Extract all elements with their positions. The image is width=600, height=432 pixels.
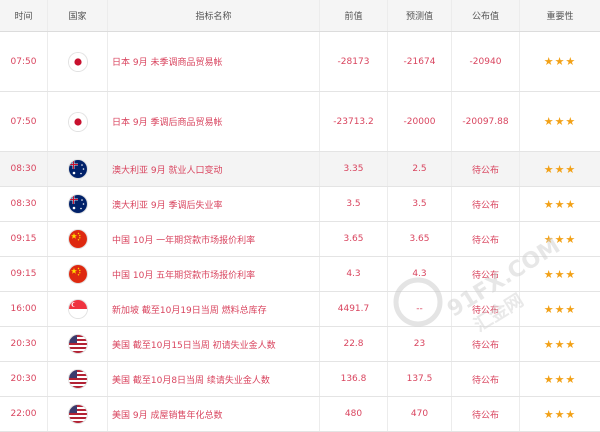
row-actual: 待公布: [452, 222, 520, 256]
row-indicator[interactable]: 澳大利亚 9月 就业人口变动: [108, 152, 320, 186]
row-actual: -20940: [452, 32, 520, 91]
row-indicator[interactable]: 日本 9月 未季调商品贸易帐: [108, 32, 320, 91]
table-row[interactable]: 20:30 美国 截至10月8日当周 续请失业金人数 136.8 137.5 待…: [0, 362, 600, 397]
row-previous: 480: [320, 397, 388, 431]
usa-flag-icon: [68, 335, 87, 353]
row-actual: 待公布: [452, 257, 520, 291]
row-indicator[interactable]: 日本 9月 季调后商品贸易帐: [108, 92, 320, 151]
australia-flag-icon: [68, 160, 87, 178]
importance-stars: ★★★: [543, 302, 577, 316]
row-forecast: -21674: [388, 32, 452, 91]
row-actual: -20097.88: [452, 92, 520, 151]
table-row[interactable]: 07:50 日本 9月 未季调商品贸易帐 -28173 -21674 -2094…: [0, 32, 600, 92]
calendar-header: 时间 国家 指标名称 前值 预测值 公布值 重要性: [0, 0, 600, 32]
header-forecast: 预测值: [388, 0, 452, 31]
row-actual: 待公布: [452, 292, 520, 326]
economic-calendar: 时间 国家 指标名称 前值 预测值 公布值 重要性 07:50 日本 9月 未季…: [0, 0, 600, 432]
row-indicator[interactable]: 中国 10月 一年期贷款市场报价利率: [108, 222, 320, 256]
table-row[interactable]: 09:15 中国 10月 五年期贷款市场报价利率 4.3 4.3 待公布 ★★★: [0, 257, 600, 292]
row-forecast: 470: [388, 397, 452, 431]
row-actual: 待公布: [452, 397, 520, 431]
row-time: 09:15: [0, 257, 48, 291]
header-importance: 重要性: [546, 12, 574, 22]
row-previous: -23713.2: [320, 92, 388, 151]
row-forecast: 23: [388, 327, 452, 361]
row-time: 07:50: [0, 32, 48, 91]
row-actual: 待公布: [452, 327, 520, 361]
row-previous: 3.35: [320, 152, 388, 186]
singapore-flag-icon: [68, 300, 87, 318]
usa-flag-icon: [68, 405, 87, 423]
importance-stars: ★★★: [543, 337, 577, 351]
importance-stars: ★★★: [543, 55, 577, 68]
japan-flag-icon: [68, 112, 87, 131]
row-indicator[interactable]: 澳大利亚 9月 季调后失业率: [108, 187, 320, 221]
importance-stars: ★★★: [543, 232, 577, 246]
row-actual: 待公布: [452, 187, 520, 221]
row-actual: 待公布: [452, 362, 520, 396]
usa-flag-icon: [68, 370, 87, 388]
table-row[interactable]: 22:00 美国 9月 成屋销售年化总数 480 470 待公布 ★★★: [0, 397, 600, 432]
header-time: 时间: [0, 0, 48, 31]
australia-flag-icon: [68, 195, 87, 213]
row-time: 08:30: [0, 152, 48, 186]
row-previous: 22.8: [320, 327, 388, 361]
row-indicator[interactable]: 美国 9月 成屋销售年化总数: [108, 397, 320, 431]
table-row[interactable]: 20:30 美国 截至10月15日当周 初请失业金人数 22.8 23 待公布 …: [0, 327, 600, 362]
row-forecast: 137.5: [388, 362, 452, 396]
row-forecast: 4.3: [388, 257, 452, 291]
china-flag-icon: [68, 265, 87, 283]
header-previous: 前值: [320, 0, 388, 31]
row-forecast: --: [388, 292, 452, 326]
row-previous: 4491.7: [320, 292, 388, 326]
header-indicator: 指标名称: [108, 0, 320, 31]
row-time: 07:50: [0, 92, 48, 151]
row-forecast: 3.5: [388, 187, 452, 221]
row-time: 08:30: [0, 187, 48, 221]
row-previous: -28173: [320, 32, 388, 91]
row-previous: 3.65: [320, 222, 388, 256]
row-forecast: 3.65: [388, 222, 452, 256]
row-forecast: -20000: [388, 92, 452, 151]
header-country: 国家: [48, 0, 108, 31]
row-indicator[interactable]: 美国 截至10月8日当周 续请失业金人数: [108, 362, 320, 396]
table-row[interactable]: 08:30 澳大利亚 9月 季调后失业率 3.5 3.5 待公布 ★★★: [0, 187, 600, 222]
importance-stars: ★★★: [543, 372, 577, 386]
row-time: 22:00: [0, 397, 48, 431]
row-indicator[interactable]: 中国 10月 五年期贷款市场报价利率: [108, 257, 320, 291]
row-actual: 待公布: [452, 152, 520, 186]
table-row[interactable]: 09:15 中国 10月 一年期贷款市场报价利率 3.65 3.65 待公布 ★…: [0, 222, 600, 257]
table-row[interactable]: 07:50 日本 9月 季调后商品贸易帐 -23713.2 -20000 -20…: [0, 92, 600, 152]
row-previous: 4.3: [320, 257, 388, 291]
row-time: 20:30: [0, 327, 48, 361]
row-previous: 3.5: [320, 187, 388, 221]
japan-flag-icon: [68, 52, 87, 71]
importance-stars: ★★★: [543, 407, 577, 421]
importance-stars: ★★★: [543, 267, 577, 281]
row-indicator[interactable]: 新加坡 截至10月19日当周 燃料总库存: [108, 292, 320, 326]
table-row[interactable]: 08:30 澳大利亚 9月 就业人口变动 3.35 2.5 待公布 ★★★: [0, 152, 600, 187]
importance-stars: ★★★: [543, 197, 577, 211]
row-forecast: 2.5: [388, 152, 452, 186]
importance-stars: ★★★: [543, 162, 577, 176]
row-time: 16:00: [0, 292, 48, 326]
row-time: 20:30: [0, 362, 48, 396]
row-indicator[interactable]: 美国 截至10月15日当周 初请失业金人数: [108, 327, 320, 361]
header-actual: 公布值: [452, 0, 520, 31]
table-row[interactable]: 16:00 新加坡 截至10月19日当周 燃料总库存 4491.7 -- 待公布…: [0, 292, 600, 327]
china-flag-icon: [68, 230, 87, 248]
row-time: 09:15: [0, 222, 48, 256]
row-previous: 136.8: [320, 362, 388, 396]
importance-stars: ★★★: [543, 115, 577, 128]
